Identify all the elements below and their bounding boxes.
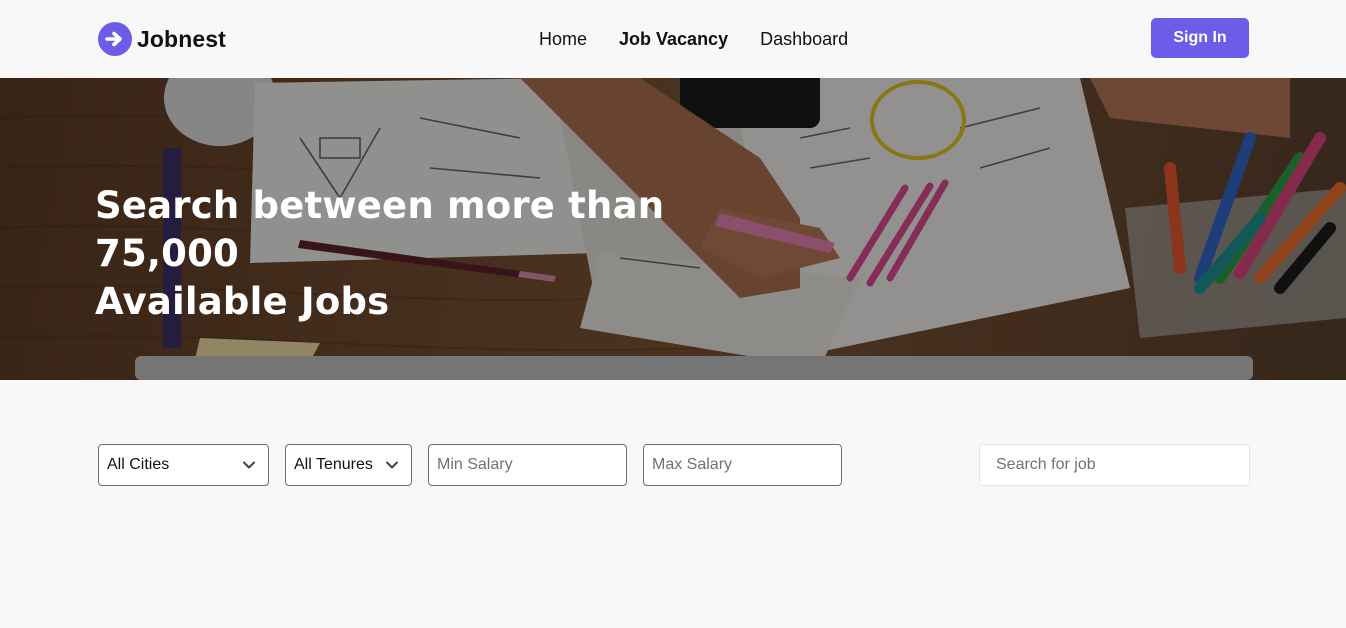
max-salary-field[interactable] [643, 444, 842, 486]
job-search-input[interactable] [996, 456, 1249, 474]
chevron-down-icon [243, 461, 255, 469]
hero-banner: Search between more than 75,000 Availabl… [0, 78, 1346, 380]
hero-title-line-2: Available Jobs [95, 280, 390, 323]
brand-logo-link[interactable]: Jobnest [98, 21, 226, 57]
tenure-select[interactable]: All Tenures [285, 444, 412, 486]
city-select-value: All Cities [107, 456, 170, 473]
brand-name: Jobnest [137, 25, 226, 52]
main-nav: Home Job Vacancy Dashboard [539, 27, 848, 51]
chevron-down-icon [386, 461, 398, 469]
nav-link-job-vacancy[interactable]: Job Vacancy [619, 29, 728, 50]
top-navbar: Jobnest Home Job Vacancy Dashboard Sign … [0, 0, 1346, 78]
tenure-select-value: All Tenures [294, 456, 373, 473]
hero-title: Search between more than 75,000 Availabl… [95, 182, 815, 326]
job-search-field[interactable] [979, 444, 1250, 486]
min-salary-input[interactable] [437, 456, 626, 474]
nav-link-dashboard[interactable]: Dashboard [760, 29, 848, 50]
arrow-right-circle-icon [98, 22, 132, 56]
hero-title-line-1: Search between more than 75,000 [95, 184, 665, 275]
min-salary-field[interactable] [428, 444, 627, 486]
nav-link-home[interactable]: Home [539, 29, 587, 50]
max-salary-input[interactable] [652, 456, 841, 474]
sign-in-button[interactable]: Sign In [1151, 18, 1249, 58]
city-select[interactable]: All Cities [98, 444, 269, 486]
